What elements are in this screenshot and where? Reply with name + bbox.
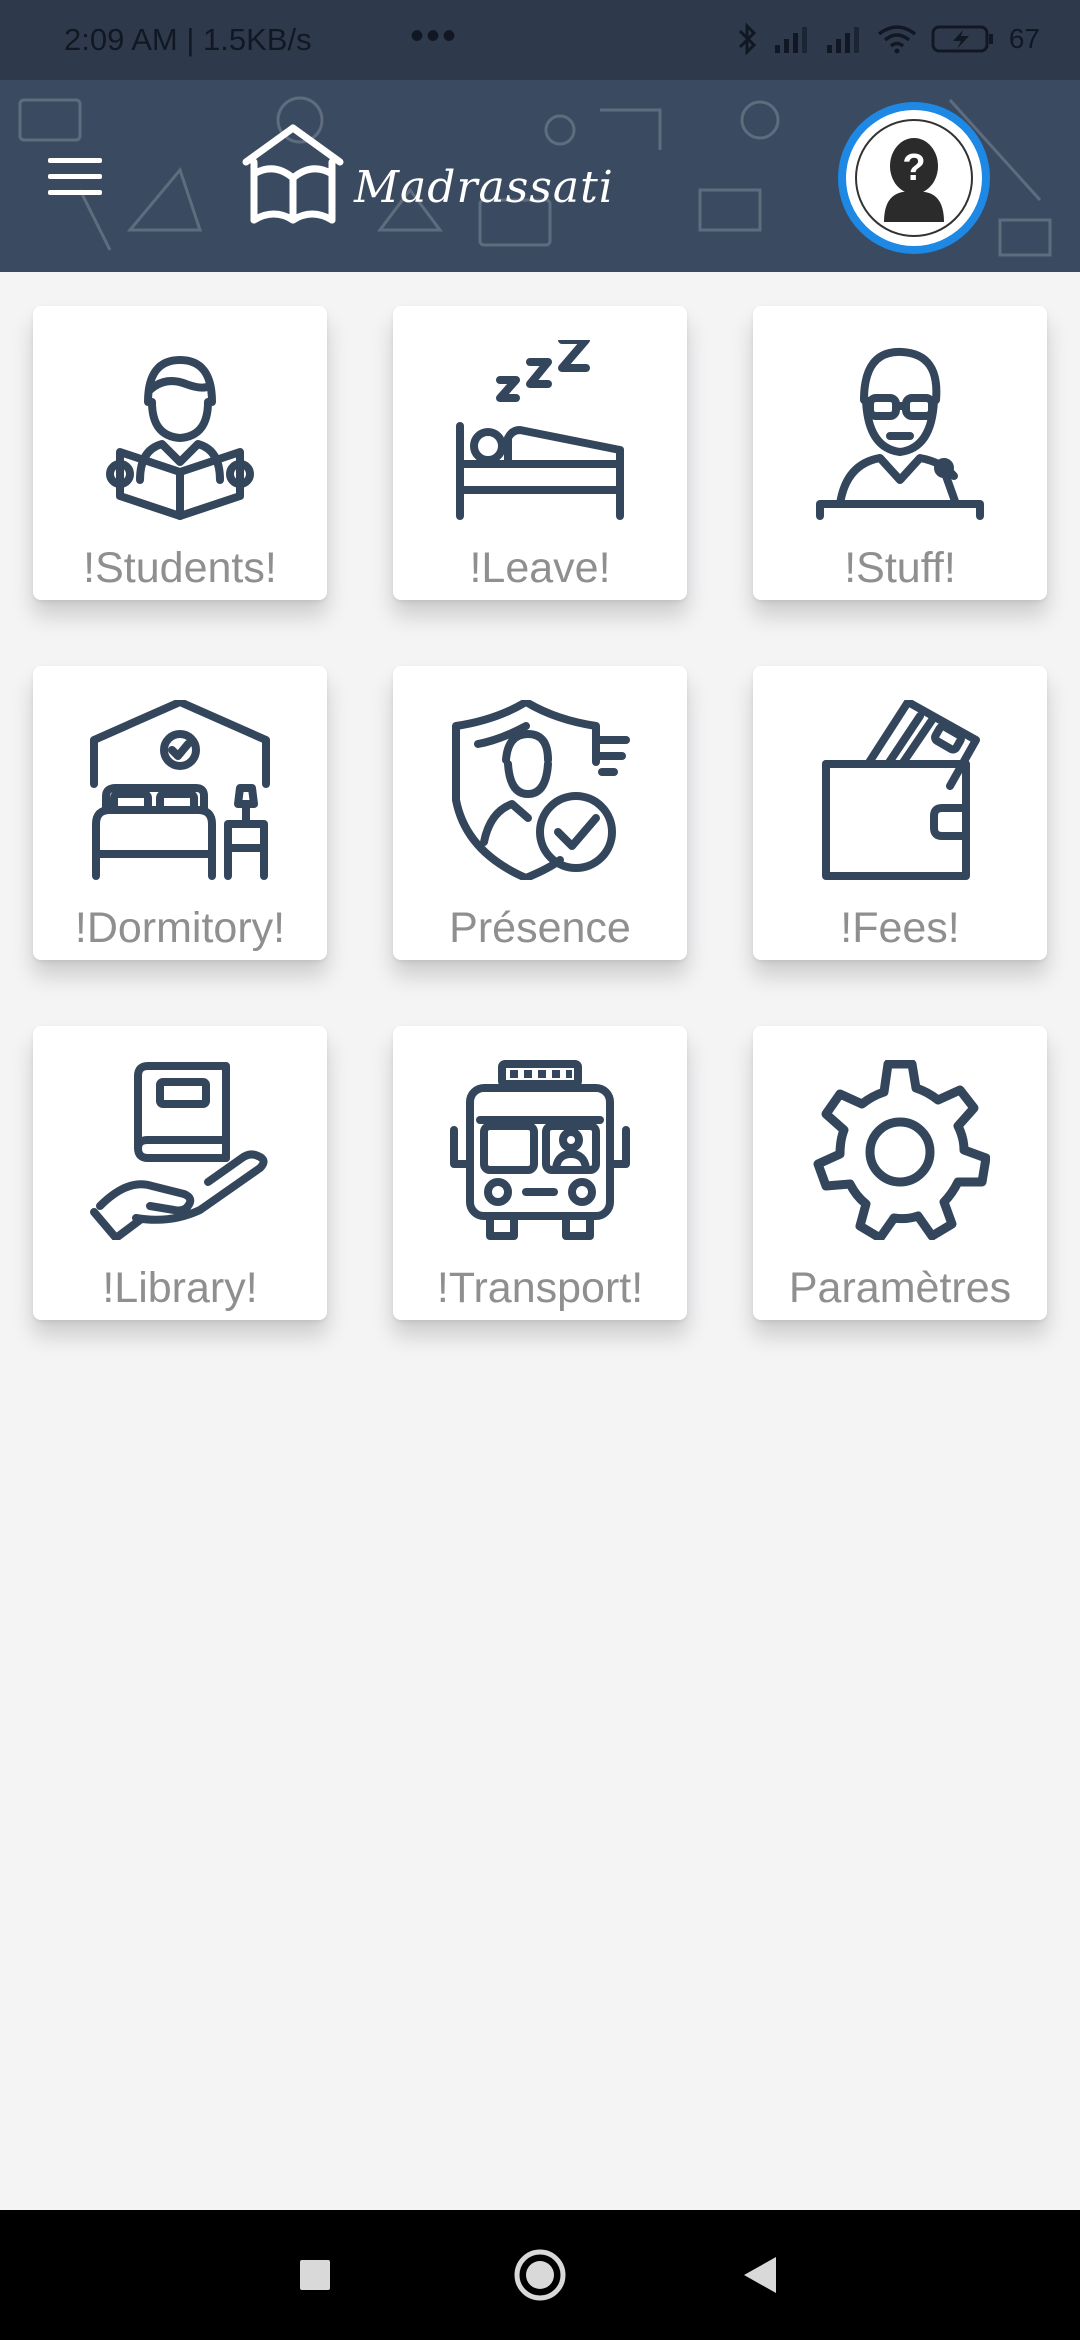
wallet-card-icon <box>822 700 980 880</box>
hamburger-menu-icon <box>48 158 102 163</box>
battery-icon <box>931 25 993 53</box>
gear-icon <box>813 1060 990 1240</box>
battery-percent: 67 <box>1008 23 1040 54</box>
svg-text:?: ? <box>902 147 925 189</box>
house-book-logo-icon <box>242 124 344 224</box>
wifi-icon <box>877 25 916 54</box>
menu-line <box>48 190 102 195</box>
menu-button[interactable] <box>48 158 102 198</box>
status-bar: 2:09 AM | 1.5KB/s ••• 67 <box>0 0 1080 80</box>
tile-label: !Stuff! <box>844 544 956 592</box>
tile-label: Paramètres <box>788 1264 1012 1312</box>
home-button[interactable] <box>470 2210 610 2340</box>
unknown-user-question-icon: ? <box>855 119 973 237</box>
square-recents-icon <box>300 2260 330 2290</box>
bus-icon <box>450 1060 630 1240</box>
app-title: Madrassati <box>354 162 614 213</box>
signal-icon-2 <box>826 27 859 53</box>
hand-book-icon <box>90 1062 268 1240</box>
tile-transport[interactable]: !Transport! <box>393 1026 687 1320</box>
tile-fees[interactable]: !Fees! <box>753 666 1047 960</box>
profile-avatar-button[interactable]: ? <box>838 102 990 254</box>
status-icons: 67 <box>737 22 1040 56</box>
triangle-back-icon <box>744 2257 776 2293</box>
student-reading-icon <box>106 356 254 520</box>
teacher-podium-icon <box>816 347 984 520</box>
status-time: 2:09 AM | 1.5KB/s <box>64 22 312 57</box>
tile-label: !Fees! <box>840 904 960 952</box>
tile-label: !Dormitory! <box>74 904 286 952</box>
back-button[interactable] <box>690 2210 830 2340</box>
tile-label: Présence <box>449 904 631 952</box>
tile-label: !Leave! <box>469 544 611 592</box>
circle-home-icon <box>514 2249 566 2301</box>
tile-label: !Library! <box>102 1264 258 1312</box>
app-bar: Madrassati ? <box>0 80 1080 272</box>
sleeping-bed-icon <box>456 340 624 520</box>
tile-settings[interactable]: Paramètres <box>753 1026 1047 1320</box>
shield-check-person-icon <box>452 700 630 880</box>
tile-library[interactable]: !Library! <box>33 1026 327 1320</box>
tile-label: !Students! <box>83 544 277 592</box>
module-grid: !Students! !Leave! !Stuff! !Dormitory! P… <box>33 306 1047 1320</box>
tile-stuff[interactable]: !Stuff! <box>753 306 1047 600</box>
system-nav-bar <box>0 2210 1080 2340</box>
tile-label: !Transport! <box>436 1264 644 1312</box>
status-more-icon: ••• <box>410 14 459 58</box>
tile-dormitory[interactable]: !Dormitory! <box>33 666 327 960</box>
tile-leave[interactable]: !Leave! <box>393 306 687 600</box>
recents-button[interactable] <box>245 2210 385 2340</box>
tile-students[interactable]: !Students! <box>33 306 327 600</box>
bedroom-icon <box>90 700 270 880</box>
menu-line <box>48 174 102 179</box>
tile-presence[interactable]: Présence <box>393 666 687 960</box>
bluetooth-icon <box>738 22 756 56</box>
signal-icon <box>774 27 807 53</box>
